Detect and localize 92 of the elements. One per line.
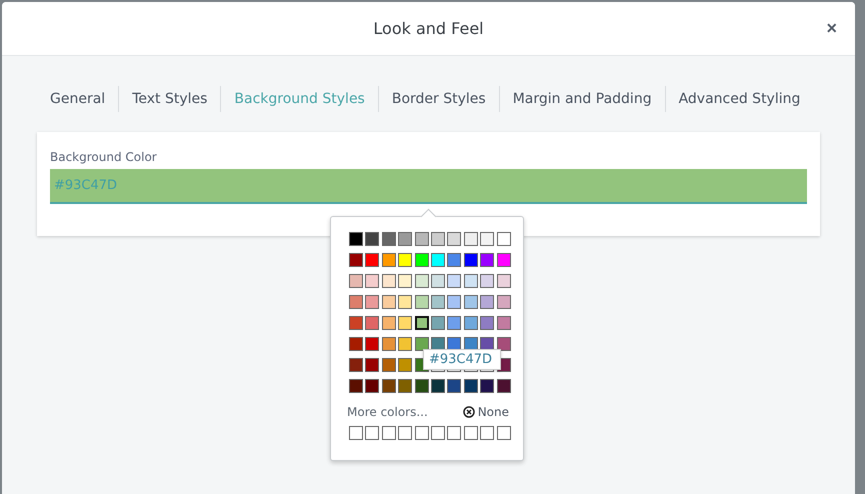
tab[interactable]: Border Styles <box>378 91 499 107</box>
color-swatch[interactable] <box>430 379 445 393</box>
color-swatch[interactable] <box>365 232 380 246</box>
tab[interactable]: Margin and Padding <box>500 91 665 107</box>
color-swatch[interactable] <box>365 337 380 351</box>
color-swatch[interactable] <box>480 253 494 267</box>
color-swatch[interactable] <box>349 295 363 309</box>
color-swatch[interactable] <box>414 337 429 351</box>
color-swatch[interactable] <box>349 316 363 330</box>
color-swatch[interactable] <box>496 232 511 246</box>
color-swatch[interactable] <box>382 358 396 372</box>
field-label: Background Color <box>50 150 158 164</box>
close-button[interactable]: × <box>826 19 837 37</box>
color-swatch[interactable] <box>414 316 429 330</box>
color-swatch[interactable] <box>382 295 396 309</box>
custom-swatch[interactable] <box>349 426 363 440</box>
color-swatch[interactable] <box>447 295 462 309</box>
color-swatch[interactable] <box>382 316 396 330</box>
color-swatch[interactable] <box>414 379 429 393</box>
color-swatch[interactable] <box>480 295 494 309</box>
dialog-title: Look and Feel <box>373 19 484 38</box>
color-swatch[interactable] <box>464 274 478 288</box>
custom-swatch[interactable] <box>464 426 478 440</box>
color-swatch[interactable] <box>464 379 478 393</box>
color-swatch[interactable] <box>398 379 412 393</box>
color-swatch[interactable] <box>480 274 494 288</box>
color-swatch[interactable] <box>349 358 363 372</box>
color-swatch[interactable] <box>398 337 412 351</box>
tab[interactable]: Text Styles <box>119 91 220 107</box>
more-colors-link[interactable]: More colors... <box>347 405 428 419</box>
color-swatch[interactable] <box>382 379 396 393</box>
color-swatch[interactable] <box>349 379 363 393</box>
custom-swatch[interactable] <box>382 426 396 440</box>
color-swatch[interactable] <box>430 253 445 267</box>
color-swatch[interactable] <box>447 274 462 288</box>
color-swatch[interactable] <box>430 274 445 288</box>
color-swatch[interactable] <box>398 274 412 288</box>
custom-swatch[interactable] <box>365 426 380 440</box>
color-swatch[interactable] <box>398 358 412 372</box>
color-swatch[interactable] <box>430 232 445 246</box>
clear-icon <box>462 406 475 418</box>
color-swatch[interactable] <box>398 253 412 267</box>
color-swatch[interactable] <box>496 274 511 288</box>
color-swatch[interactable] <box>398 316 412 330</box>
color-swatch[interactable] <box>382 232 396 246</box>
color-swatch[interactable] <box>398 232 412 246</box>
color-swatch[interactable] <box>414 295 429 309</box>
color-swatch[interactable] <box>414 274 429 288</box>
tooltip: #93C47D <box>423 349 501 370</box>
color-swatch[interactable] <box>464 253 478 267</box>
color-swatch[interactable] <box>365 316 380 330</box>
color-swatch[interactable] <box>447 316 462 330</box>
color-swatch[interactable] <box>480 232 494 246</box>
color-swatch[interactable] <box>365 253 380 267</box>
color-swatch[interactable] <box>447 253 462 267</box>
color-swatch[interactable] <box>464 316 478 330</box>
color-swatch[interactable] <box>365 295 380 309</box>
color-swatch[interactable] <box>447 232 462 246</box>
color-swatch[interactable] <box>464 295 478 309</box>
color-swatch[interactable] <box>496 253 511 267</box>
color-swatch[interactable] <box>365 274 380 288</box>
color-swatch[interactable] <box>496 337 511 351</box>
color-swatch[interactable] <box>349 274 363 288</box>
color-swatch[interactable] <box>480 379 494 393</box>
color-swatch[interactable] <box>382 274 396 288</box>
none-button[interactable]: None <box>462 405 509 419</box>
tab[interactable]: Advanced Styling <box>666 91 814 107</box>
color-swatch[interactable] <box>414 232 429 246</box>
custom-swatch[interactable] <box>496 426 511 440</box>
color-swatch[interactable] <box>398 295 412 309</box>
color-swatch[interactable] <box>365 358 380 372</box>
color-swatch[interactable] <box>349 232 363 246</box>
color-swatch[interactable] <box>382 337 396 351</box>
color-swatch[interactable] <box>496 316 511 330</box>
color-swatch[interactable] <box>414 253 429 267</box>
tab[interactable]: General <box>47 91 118 107</box>
custom-swatch[interactable] <box>414 426 429 440</box>
custom-swatch[interactable] <box>398 426 412 440</box>
color-swatch[interactable] <box>496 295 511 309</box>
color-swatch[interactable] <box>480 316 494 330</box>
custom-swatch[interactable] <box>480 426 494 440</box>
custom-swatch[interactable] <box>430 426 445 440</box>
color-swatch[interactable] <box>382 253 396 267</box>
color-swatch[interactable] <box>365 379 380 393</box>
color-swatch[interactable] <box>430 316 445 330</box>
color-swatch[interactable] <box>447 379 462 393</box>
color-swatch[interactable] <box>464 232 478 246</box>
color-swatch[interactable] <box>349 337 363 351</box>
color-swatch[interactable] <box>430 295 445 309</box>
color-swatch[interactable] <box>349 253 363 267</box>
custom-swatch[interactable] <box>447 426 462 440</box>
color-swatch[interactable] <box>496 379 511 393</box>
